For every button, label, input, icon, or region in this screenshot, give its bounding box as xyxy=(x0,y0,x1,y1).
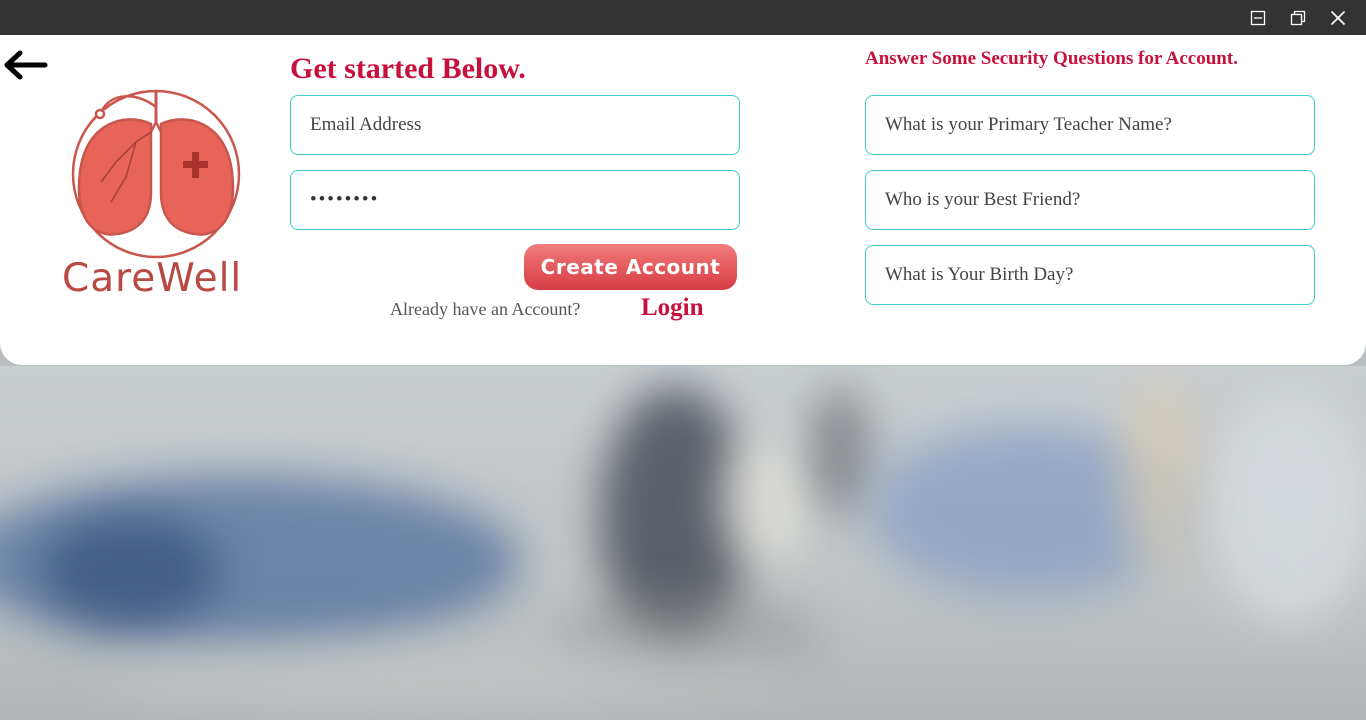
close-icon[interactable] xyxy=(1318,0,1358,35)
hospital-background-image xyxy=(0,366,1366,720)
minimize-icon[interactable] xyxy=(1238,0,1278,35)
form-heading: Get started Below. xyxy=(290,52,526,85)
security-question-birth-day[interactable] xyxy=(865,245,1315,305)
login-link[interactable]: Login xyxy=(641,294,704,322)
security-question-best-friend[interactable] xyxy=(865,170,1315,230)
security-heading: Answer Some Security Questions for Accou… xyxy=(865,48,1238,69)
already-have-account-label: Already have an Account? xyxy=(390,299,581,319)
restore-icon[interactable] xyxy=(1278,0,1318,35)
security-question-primary-teacher[interactable] xyxy=(865,95,1315,155)
email-field[interactable] xyxy=(290,95,740,155)
arrow-left-icon[interactable] xyxy=(2,46,48,84)
window-titlebar xyxy=(0,0,1366,35)
create-account-button[interactable]: Create Account xyxy=(524,244,737,290)
brand-name: CareWell xyxy=(62,256,243,301)
password-field[interactable] xyxy=(290,170,740,230)
